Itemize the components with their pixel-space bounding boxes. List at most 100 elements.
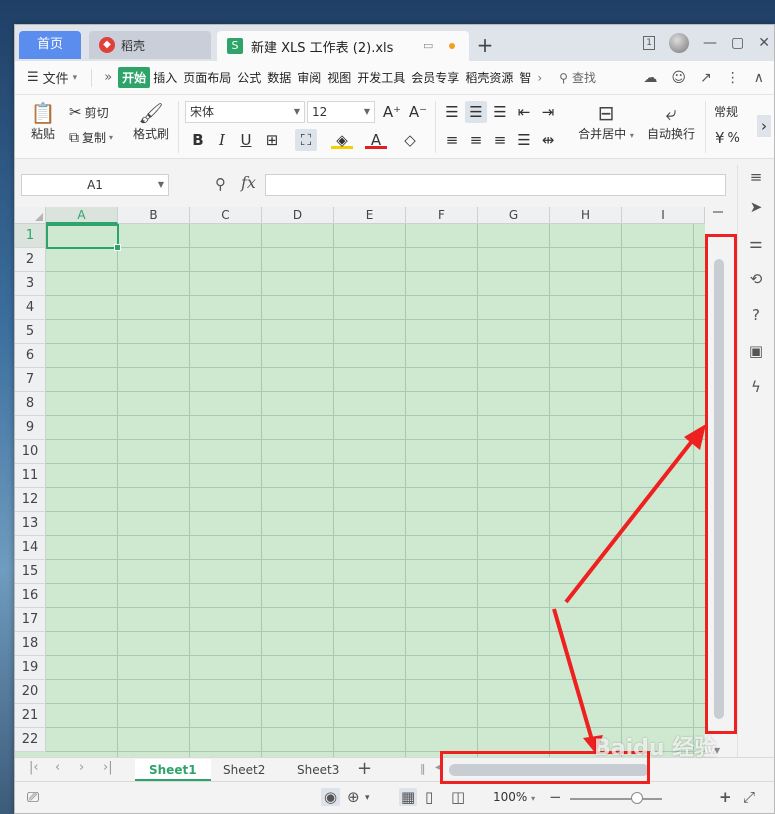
paste-button[interactable]: 📋 粘贴 (25, 101, 61, 142)
copy-button[interactable]: ⧉ 复制 ▾ (69, 129, 113, 146)
menu-item-member[interactable]: 会员专享 (408, 69, 462, 86)
cloud-icon[interactable]: ☁ (643, 70, 657, 86)
select-all-corner[interactable] (15, 207, 46, 224)
transform-icon[interactable]: ⟲ (746, 269, 766, 289)
new-tab-button[interactable]: + (473, 31, 497, 59)
eye-protection-icon[interactable]: ◉ (321, 788, 341, 806)
prev-sheet-icon[interactable]: ‹ (55, 760, 60, 775)
page-view-icon[interactable]: ▯ (425, 788, 433, 806)
first-sheet-icon[interactable]: |‹ (29, 760, 39, 775)
ribbon-scroll-right-icon[interactable]: › (757, 115, 771, 137)
menu-more-button[interactable]: » (98, 70, 118, 85)
fill-color-icon[interactable]: ◈ (331, 129, 353, 149)
align-left-icon[interactable]: ≡ (441, 129, 463, 151)
number-format-select[interactable]: 常规 (709, 101, 759, 123)
collapse-ribbon-icon[interactable]: ∧ (754, 70, 764, 86)
menu-item-smart[interactable]: 智 (516, 69, 534, 86)
row-header-15[interactable]: 15 (15, 560, 46, 584)
restore-button[interactable]: ▢ (731, 35, 744, 51)
search-box[interactable]: ⚲ 查找 (559, 69, 596, 86)
column-header-f[interactable]: F (406, 207, 478, 224)
column-header-a[interactable]: A (46, 207, 118, 224)
row-header-5[interactable]: 5 (15, 320, 46, 344)
border-icon[interactable]: ⊞ (261, 129, 283, 151)
zoom-formula-icon[interactable]: ⚲ (215, 175, 226, 193)
zoom-in-button[interactable]: + (719, 788, 732, 806)
format-painter-button[interactable]: 🖌 格式刷 (131, 101, 171, 142)
menu-scroll-right-icon[interactable]: › (534, 71, 545, 85)
macro-record-icon[interactable]: ⎚ (27, 788, 39, 806)
fullscreen-icon[interactable]: ⤢ (743, 788, 755, 806)
tab-home[interactable]: 首页 (19, 31, 81, 59)
column-header-c[interactable]: C (190, 207, 262, 224)
align-center-icon[interactable]: ≡ (465, 129, 487, 151)
row-header-13[interactable]: 13 (15, 512, 46, 536)
align-right-icon[interactable]: ≡ (489, 129, 511, 151)
add-sheet-button[interactable]: + (357, 758, 372, 779)
row-header-4[interactable]: 4 (15, 296, 46, 320)
column-header-e[interactable]: E (334, 207, 406, 224)
column-header-i[interactable]: I (622, 207, 705, 224)
menu-item-review[interactable]: 审阅 (294, 69, 324, 86)
menu-item-developer[interactable]: 开发工具 (354, 69, 408, 86)
row-header-8[interactable]: 8 (15, 392, 46, 416)
pointer-icon[interactable]: ➤ (746, 197, 766, 217)
row-header-22[interactable]: 22 (15, 728, 46, 752)
align-top-icon[interactable]: ☰ (441, 101, 463, 123)
distribute-icon[interactable]: ⇹ (537, 129, 559, 151)
page-break-view-icon[interactable]: ◫ (451, 788, 465, 806)
tab-docer[interactable]: ◆ 稻壳 (89, 31, 211, 59)
row-header-2[interactable]: 2 (15, 248, 46, 272)
workspace-badge-icon[interactable]: 1 (643, 36, 656, 50)
merge-center-button[interactable]: ⊟ 合并居中 ▾ (573, 101, 639, 142)
cell-area[interactable] (46, 224, 705, 757)
cell-style-icon[interactable]: ⛶ (295, 129, 317, 151)
justify-icon[interactable]: ☰ (513, 129, 535, 151)
row-header-6[interactable]: 6 (15, 344, 46, 368)
column-header-b[interactable]: B (118, 207, 190, 224)
name-box[interactable]: A1 ▼ (21, 174, 169, 196)
row-header-12[interactable]: 12 (15, 488, 46, 512)
row-header-20[interactable]: 20 (15, 680, 46, 704)
row-header-14[interactable]: 14 (15, 536, 46, 560)
zoom-level[interactable]: 100% ▾ (493, 790, 535, 804)
image-edit-icon[interactable]: ▣ (746, 341, 766, 361)
bold-icon[interactable]: B (187, 129, 209, 151)
share-icon[interactable]: ↗ (700, 70, 712, 86)
layout-cross-icon[interactable]: ⊕ (347, 788, 360, 806)
zoom-slider-handle[interactable] (631, 792, 643, 804)
more-options-icon[interactable]: ⋮ (726, 70, 740, 86)
italic-icon[interactable]: I (211, 129, 233, 151)
decrease-font-icon[interactable]: A⁻ (407, 101, 429, 123)
row-header-19[interactable]: 19 (15, 656, 46, 680)
add-user-icon[interactable]: ☺ (671, 70, 686, 86)
column-header-h[interactable]: H (550, 207, 622, 224)
eraser-icon[interactable]: ◇ (399, 129, 421, 151)
currency-button[interactable]: ¥ % (715, 129, 740, 147)
tab-active-document[interactable]: S 新建 XLS 工作表 (2).xls ▭ (217, 31, 469, 61)
formula-input[interactable] (265, 174, 726, 196)
fx-icon[interactable]: fx (241, 173, 256, 192)
row-header-17[interactable]: 17 (15, 608, 46, 632)
split-handle-icon[interactable]: ‖ (420, 762, 426, 775)
last-sheet-icon[interactable]: ›| (103, 760, 113, 775)
row-header-21[interactable]: 21 (15, 704, 46, 728)
underline-icon[interactable]: U (235, 129, 257, 151)
minimize-button[interactable]: — (703, 35, 717, 51)
settings-sliders-icon[interactable]: ⚌ (746, 233, 766, 253)
menu-item-start[interactable]: 开始 (118, 67, 151, 88)
close-button[interactable]: ✕ (758, 35, 770, 51)
spreadsheet-grid[interactable]: A B C D E F G H I 1 2 3 4 5 6 7 8 9 10 1… (15, 207, 705, 757)
row-header-9[interactable]: 9 (15, 416, 46, 440)
outdent-icon[interactable]: ⇤ (513, 101, 535, 123)
cut-button[interactable]: ✂ 剪切 (69, 103, 109, 121)
indent-icon[interactable]: ⇥ (537, 101, 559, 123)
wrap-text-button[interactable]: ⤶ 自动换行 (643, 101, 699, 142)
align-bottom-icon[interactable]: ☰ (489, 101, 511, 123)
lightning-icon[interactable]: ϟ (746, 377, 766, 397)
split-handle-icon[interactable] (713, 211, 723, 213)
next-sheet-icon[interactable]: › (79, 760, 84, 775)
avatar[interactable] (669, 33, 690, 53)
row-header-16[interactable]: 16 (15, 584, 46, 608)
chevron-down-icon[interactable]: ▾ (365, 793, 370, 803)
